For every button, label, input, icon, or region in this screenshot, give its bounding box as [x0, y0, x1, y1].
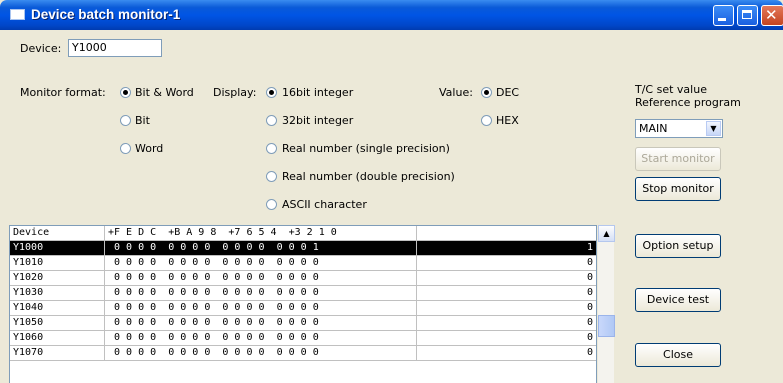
start-monitor-button[interactable]: Start monitor	[635, 147, 721, 171]
close-button[interactable]: Close	[635, 343, 721, 367]
reference-program-select[interactable]: MAIN ▼	[635, 119, 723, 138]
value-cell: 0	[586, 347, 593, 358]
radio-hex[interactable]	[481, 115, 492, 126]
minimize-button[interactable]	[713, 5, 734, 26]
radio-real-double[interactable]	[266, 171, 277, 182]
device-cell: Y1030	[10, 286, 105, 300]
radio-16bit-integer-label: 16bit integer	[282, 86, 354, 99]
radio-word[interactable]	[120, 143, 131, 154]
option-setup-button[interactable]: Option setup	[635, 234, 721, 258]
maximize-button[interactable]	[737, 5, 758, 26]
radio-ascii-label: ASCII character	[282, 198, 367, 211]
bits-cell: 0 0 0 0 0 0 0 0 0 0 0 0 0 0 0 1	[105, 241, 417, 255]
value-cell: 0	[586, 287, 593, 298]
table-row[interactable]: Y1010 0 0 0 0 0 0 0 0 0 0 0 0 0 0 0 0 0	[10, 256, 596, 271]
stop-monitor-button[interactable]: Stop monitor	[635, 177, 721, 201]
device-label: Device:	[20, 42, 62, 55]
table-row[interactable]: Y1070 0 0 0 0 0 0 0 0 0 0 0 0 0 0 0 0 0	[10, 346, 596, 361]
minimize-icon	[718, 18, 726, 21]
table-row[interactable]: Y1020 0 0 0 0 0 0 0 0 0 0 0 0 0 0 0 0 0	[10, 271, 596, 286]
table-row[interactable]: Y1060 0 0 0 0 0 0 0 0 0 0 0 0 0 0 0 0 0	[10, 331, 596, 346]
radio-dec[interactable]	[481, 87, 492, 98]
radio-bit-word[interactable]	[120, 87, 131, 98]
monitor-format-label: Monitor format:	[20, 86, 106, 99]
bits-cell: 0 0 0 0 0 0 0 0 0 0 0 0 0 0 0 0	[105, 331, 417, 345]
title-bar[interactable]: Device batch monitor-1 ✕	[0, 0, 783, 30]
value-cell: 0	[586, 302, 593, 313]
device-cell: Y1060	[10, 331, 105, 345]
bits-cell: 0 0 0 0 0 0 0 0 0 0 0 0 0 0 0 0	[105, 346, 417, 360]
device-cell: Y1020	[10, 271, 105, 285]
table-row[interactable]: Y1040 0 0 0 0 0 0 0 0 0 0 0 0 0 0 0 0 0	[10, 301, 596, 316]
radio-bit-word-label: Bit & Word	[135, 86, 194, 99]
radio-dec-label: DEC	[496, 86, 520, 99]
value-cell: 0	[586, 317, 593, 328]
scroll-up-arrow-icon[interactable]: ▲	[598, 225, 615, 242]
device-test-button[interactable]: Device test	[635, 288, 721, 312]
radio-real-single[interactable]	[266, 143, 277, 154]
bits-cell: 0 0 0 0 0 0 0 0 0 0 0 0 0 0 0 0	[105, 286, 417, 300]
column-header-bits[interactable]: +F E D C +B A 9 8 +7 6 5 4 +3 2 1 0	[105, 226, 417, 240]
radio-word-label: Word	[135, 142, 164, 155]
bits-cell: 0 0 0 0 0 0 0 0 0 0 0 0 0 0 0 0	[105, 271, 417, 285]
table-header-row: Device +F E D C +B A 9 8 +7 6 5 4 +3 2 1…	[10, 226, 596, 241]
value-cell: 0	[586, 257, 593, 268]
display-label: Display:	[213, 86, 257, 99]
window-app-icon	[10, 9, 25, 20]
window-title: Device batch monitor-1	[31, 7, 181, 22]
value-cell: 0	[586, 332, 593, 343]
maximize-icon	[742, 10, 752, 19]
reference-program-label: Reference program	[635, 96, 741, 109]
bits-cell: 0 0 0 0 0 0 0 0 0 0 0 0 0 0 0 0	[105, 316, 417, 330]
column-header-device[interactable]: Device	[10, 226, 105, 240]
device-monitor-table[interactable]: Device +F E D C +B A 9 8 +7 6 5 4 +3 2 1…	[9, 225, 597, 383]
value-cell: 0	[586, 272, 593, 283]
window-close-button[interactable]: ✕	[761, 5, 783, 26]
device-cell: Y1040	[10, 301, 105, 315]
device-cell: Y1010	[10, 256, 105, 270]
radio-32bit-integer[interactable]	[266, 115, 277, 126]
bits-cell: 0 0 0 0 0 0 0 0 0 0 0 0 0 0 0 0	[105, 301, 417, 315]
scrollbar-thumb[interactable]	[598, 315, 615, 337]
reference-program-value: MAIN	[639, 122, 668, 135]
radio-16bit-integer[interactable]	[266, 87, 277, 98]
table-row[interactable]: Y1030 0 0 0 0 0 0 0 0 0 0 0 0 0 0 0 0 0	[10, 286, 596, 301]
radio-real-single-label: Real number (single precision)	[282, 142, 450, 155]
radio-real-double-label: Real number (double precision)	[282, 170, 455, 183]
table-row[interactable]: Y1050 0 0 0 0 0 0 0 0 0 0 0 0 0 0 0 0 0	[10, 316, 596, 331]
close-icon: ✕	[765, 6, 778, 24]
device-cell: Y1050	[10, 316, 105, 330]
chevron-down-icon[interactable]: ▼	[706, 121, 721, 136]
radio-hex-label: HEX	[496, 114, 519, 127]
value-label: Value:	[439, 86, 473, 99]
radio-bit[interactable]	[120, 115, 131, 126]
radio-bit-label: Bit	[135, 114, 150, 127]
bits-cell: 0 0 0 0 0 0 0 0 0 0 0 0 0 0 0 0	[105, 256, 417, 270]
table-row[interactable]: Y1000 0 0 0 0 0 0 0 0 0 0 0 0 0 0 0 1 1	[10, 241, 596, 256]
radio-ascii[interactable]	[266, 199, 277, 210]
tc-set-value-label: T/C set value	[635, 83, 707, 96]
value-cell: 1	[586, 242, 593, 253]
device-input[interactable]: Y1000	[68, 39, 162, 57]
device-cell: Y1000	[10, 241, 105, 255]
radio-32bit-integer-label: 32bit integer	[282, 114, 354, 127]
table-scrollbar[interactable]: ▲	[597, 225, 615, 383]
device-cell: Y1070	[10, 346, 105, 360]
column-header-value[interactable]	[417, 226, 596, 240]
